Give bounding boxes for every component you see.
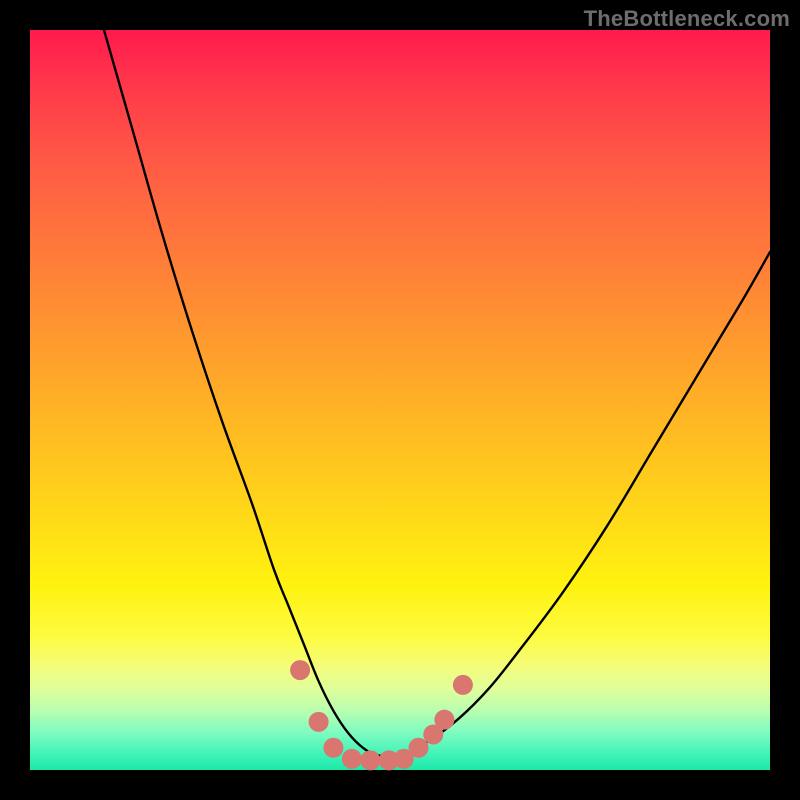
curve-marker: [434, 710, 454, 730]
curve-marker: [360, 750, 380, 770]
plot-area: [30, 30, 770, 770]
curve-marker: [342, 749, 362, 769]
watermark-text: TheBottleneck.com: [584, 6, 790, 32]
curve-marker: [453, 675, 473, 695]
chart-frame: TheBottleneck.com: [0, 0, 800, 800]
bottleneck-curve: [104, 30, 770, 757]
curve-marker: [309, 712, 329, 732]
curve-layer: [30, 30, 770, 770]
curve-marker: [290, 660, 310, 680]
curve-marker: [323, 738, 343, 758]
curve-marker: [409, 738, 429, 758]
